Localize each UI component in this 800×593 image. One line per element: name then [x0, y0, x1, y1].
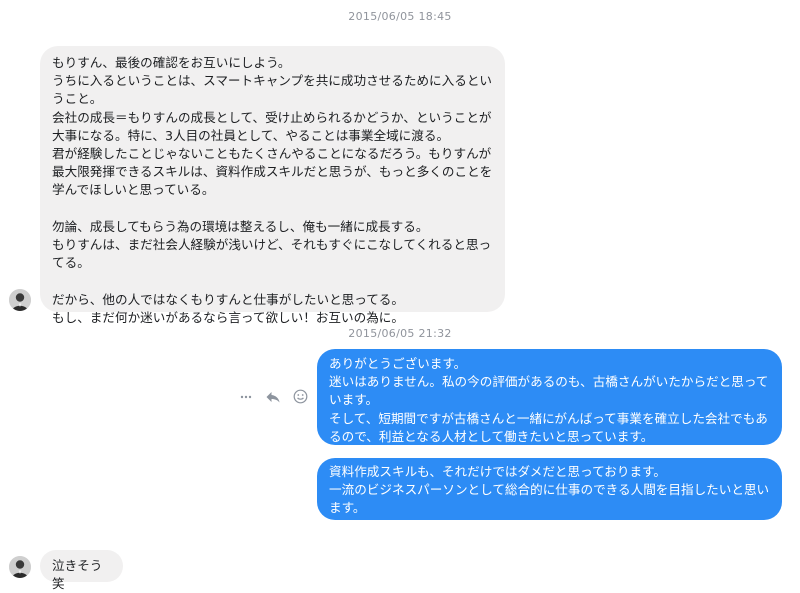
- incoming-message-bubble[interactable]: 泣きそう笑: [40, 550, 123, 591]
- outgoing-message-bubble[interactable]: 資料作成スキルも、それだけではダメだと思っております。 一流のビジネスパーソンと…: [317, 458, 782, 520]
- smiley-reaction-icon[interactable]: [293, 389, 308, 404]
- message-timestamp: 2015/06/05 21:32: [348, 327, 452, 340]
- person-avatar-icon: [9, 556, 31, 578]
- sender-avatar[interactable]: [9, 556, 31, 578]
- message-actions: [239, 389, 308, 404]
- more-horizontal-icon[interactable]: [239, 390, 253, 404]
- outgoing-message-bubble[interactable]: ありがとうございます。 迷いはありません。私の今の評価があるのも、古橋さんがいた…: [317, 349, 782, 445]
- message-timestamp: 2015/06/05 18:45: [348, 10, 452, 23]
- person-avatar-icon: [9, 289, 31, 311]
- reply-arrow-icon[interactable]: [265, 390, 281, 404]
- incoming-message-bubble[interactable]: もりすん、最後の確認をお互いにしよう。 うちに入るということは、スマートキャンプ…: [40, 46, 505, 325]
- sender-avatar[interactable]: [9, 289, 31, 311]
